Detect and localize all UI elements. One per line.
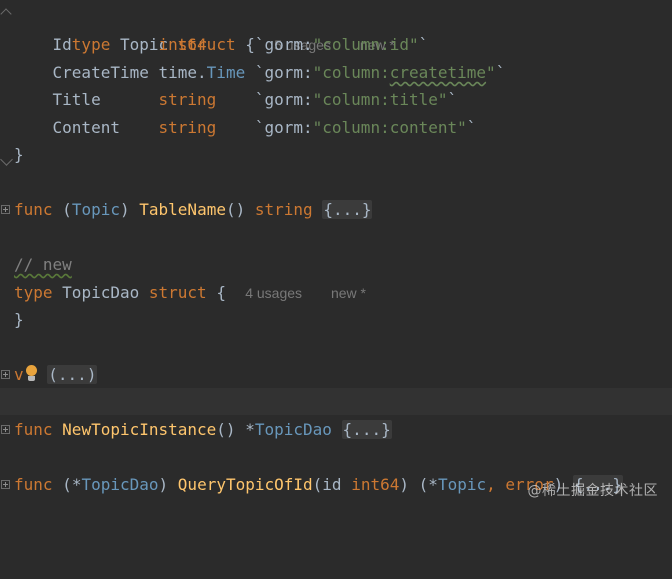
folded-body[interactable]: (...): [47, 365, 98, 384]
brace-close: }: [14, 310, 24, 329]
pointer-star: *: [245, 420, 255, 439]
field-type: string: [158, 118, 217, 137]
function-name[interactable]: NewTopicInstance: [62, 420, 216, 439]
field-name: Title: [52, 90, 101, 109]
field-type: string: [158, 90, 217, 109]
current-line[interactable]: [0, 388, 672, 415]
fold-icon[interactable]: [0, 361, 12, 388]
code-line[interactable]: }: [0, 141, 672, 168]
paren: ): [399, 475, 410, 494]
brace-open: {: [216, 283, 226, 302]
tag-value-typo[interactable]: createtime: [390, 63, 486, 82]
code-line[interactable]: func NewTopicInstance() *TopicDao {...}: [0, 416, 672, 443]
comment: // new: [14, 255, 72, 274]
folded-body[interactable]: {...}: [322, 200, 373, 219]
usages-hint[interactable]: 4 usages: [245, 285, 302, 301]
parens: (): [216, 420, 236, 439]
code-line[interactable]: }: [0, 306, 672, 333]
code-line[interactable]: Title string `gorm:"column:title"`: [0, 86, 672, 113]
paren: (: [312, 475, 323, 494]
keyword-func: func: [14, 475, 53, 494]
keyword-type: type: [14, 283, 53, 302]
tag-key: gorm:: [264, 63, 313, 82]
comma: ,: [486, 475, 496, 494]
keyword-func: func: [14, 420, 53, 439]
fold-icon[interactable]: [0, 196, 12, 223]
fold-icon[interactable]: [0, 471, 12, 498]
folded-body[interactable]: {...}: [341, 420, 392, 439]
fold-icon[interactable]: [0, 416, 12, 443]
tag-value-suffix: ": [486, 63, 496, 82]
code-line[interactable]: // new: [0, 251, 672, 278]
field-name: Id: [52, 35, 72, 54]
tag-value: "column:content": [312, 118, 467, 137]
backtick: `: [418, 35, 429, 54]
keyword-struct: struct: [148, 283, 207, 302]
code-line[interactable]: Id int64 `gorm:"column:id"`: [0, 31, 672, 58]
receiver-type: Topic: [71, 200, 120, 219]
dot: .: [197, 63, 207, 82]
field-name: Content: [52, 118, 120, 137]
parens: (): [225, 200, 246, 219]
tag-key: gorm:: [264, 90, 313, 109]
field-type-pkg: time: [158, 63, 198, 82]
code-line[interactable]: func (Topic) TableName() string {...}: [0, 196, 672, 223]
code-line[interactable]: v (...): [0, 361, 672, 388]
tag-value-prefix: "column:: [312, 63, 390, 82]
backtick: `: [466, 118, 477, 137]
tag-key: gorm:: [264, 35, 313, 54]
param-type: int64: [351, 475, 400, 494]
tag-value: "column:title": [312, 90, 448, 109]
field-type: int64: [158, 35, 207, 54]
field-name: CreateTime: [52, 63, 149, 82]
lightbulb-icon[interactable]: [24, 365, 38, 383]
tag-key: gorm:: [264, 118, 313, 137]
fold-end-icon[interactable]: [0, 141, 13, 168]
paren: (: [62, 200, 72, 219]
watermark: @稀土掘金技术社区: [527, 483, 658, 499]
pointer-star: *: [428, 475, 438, 494]
keyword-var: v: [14, 365, 24, 384]
function-name[interactable]: TableName: [139, 200, 226, 219]
function-name[interactable]: QueryTopicOfId: [178, 475, 313, 494]
return-type: Topic: [437, 475, 487, 494]
code-line[interactable]: CreateTime time.Time ` gorm:"column:creat…: [0, 59, 672, 86]
code-line[interactable]: type TopicDao struct { 4 usages new *: [0, 279, 672, 306]
code-editor[interactable]: type Topic struct { 5 usages new * Id in…: [0, 0, 672, 514]
paren: (: [418, 475, 429, 494]
fold-icon[interactable]: [0, 4, 12, 31]
paren: ): [158, 475, 169, 494]
param-name: id: [322, 475, 342, 494]
paren: ): [119, 200, 130, 219]
tag-value: "column:id": [312, 35, 419, 54]
code-line[interactable]: type Topic struct { 5 usages new *: [0, 4, 672, 54]
paren: (: [62, 475, 72, 494]
pointer-star: *: [71, 475, 82, 494]
receiver-type: TopicDao: [81, 475, 159, 494]
backtick: `: [447, 90, 458, 109]
backtick: `: [495, 63, 506, 82]
keyword-func: func: [14, 200, 53, 219]
author-hint[interactable]: new *: [331, 285, 366, 301]
return-type: string: [254, 200, 313, 219]
struct-name[interactable]: TopicDao: [62, 283, 139, 302]
brace-close: }: [14, 145, 24, 164]
code-line[interactable]: Content string `gorm:"column:content"`: [0, 114, 672, 141]
return-type: TopicDao: [254, 420, 332, 439]
field-type: Time: [206, 63, 246, 82]
